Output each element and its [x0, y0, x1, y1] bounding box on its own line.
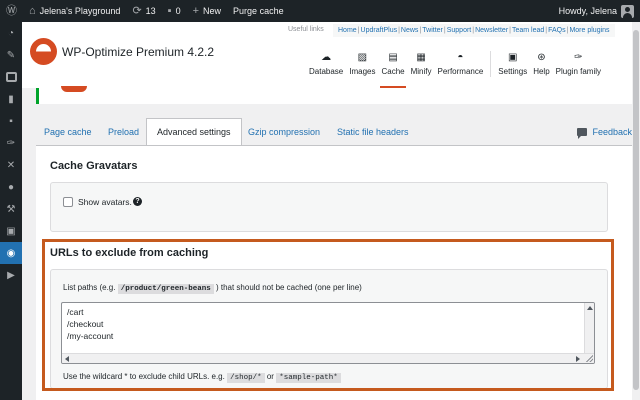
nav-performance[interactable]: ◓ Performance — [435, 51, 487, 88]
page-scrollbar-thumb[interactable] — [633, 30, 639, 390]
menu-comments[interactable]: ▪ — [0, 110, 22, 132]
link-newsletter[interactable]: Newsletter — [475, 27, 508, 34]
feedback-icon — [577, 127, 588, 139]
admin-menu: ◔ ✎ ▮ ▪ ✑ ✕ ● ⚒ ▣ ◉ ▶ — [0, 22, 22, 400]
feedback-label: Feedback — [592, 126, 632, 137]
menu-dashboard[interactable]: ◔ — [0, 22, 22, 44]
link-support[interactable]: Support — [447, 27, 472, 34]
nav-images[interactable]: ▨ Images — [346, 51, 378, 88]
nav-cache[interactable]: ▤ Cache — [378, 51, 407, 88]
useful-links-label: Useful links — [288, 26, 324, 33]
nav-database[interactable]: ☁ Database — [306, 51, 346, 88]
plugin-title: WP-Optimize Premium 4.2.2 — [62, 45, 215, 59]
home-icon: ⌂ — [29, 4, 36, 17]
account-menu[interactable]: Howdy, Jelena — [553, 0, 640, 22]
notice-strip — [36, 86, 632, 104]
tab-advanced-settings[interactable]: Advanced settings — [146, 118, 242, 145]
settings-icon: ▣ — [508, 52, 518, 63]
nav-divider — [490, 51, 492, 77]
nav-minify[interactable]: ▦ Minify — [408, 51, 435, 88]
tab-static-file-headers[interactable]: Static file headers — [337, 118, 409, 145]
site-name-menu[interactable]: ⌂ Jelena's Playground — [23, 0, 126, 22]
cache-tabs: Page cache Preload Advanced settings Gzi… — [36, 118, 632, 145]
notice-logo-icon — [61, 86, 87, 92]
link-home[interactable]: Home — [338, 27, 357, 34]
wp-optimize-icon: ◉ — [6, 247, 16, 259]
comments-count: 0 — [175, 6, 181, 16]
wp-logo-menu[interactable]: Ⓦ — [0, 0, 23, 22]
cloud-icon: ☁ — [321, 52, 332, 63]
plugin-icon: ✕ — [6, 159, 16, 171]
wrench-icon: ⚒ — [6, 203, 16, 215]
nav-plugin-family[interactable]: ✑ Plugin family — [553, 51, 604, 88]
gauge-icon: ◓ — [457, 52, 464, 63]
wordpress-icon: Ⓦ — [6, 4, 17, 17]
plugin-icon: ✑ — [574, 52, 583, 63]
show-avatars-label[interactable]: Show avatars. — [78, 197, 132, 207]
menu-media[interactable] — [0, 66, 22, 88]
menu-wp-optimize[interactable]: ◉ — [0, 242, 22, 264]
comments-menu[interactable]: ▪ 0 — [162, 0, 187, 22]
archive-icon: ▤ — [388, 52, 398, 63]
comments-icon: ▪ — [9, 115, 13, 127]
link-twitter[interactable]: Twitter — [422, 27, 443, 34]
plugin-header: WP-Optimize Premium 4.2.2 Useful links H… — [22, 22, 632, 88]
play-icon: ▶ — [7, 269, 15, 281]
page-scrollbar[interactable] — [632, 22, 640, 400]
nav-help[interactable]: ⊛ Help — [530, 51, 552, 88]
lifebuoy-icon: ⊛ — [537, 52, 546, 63]
media-icon — [5, 72, 17, 82]
purge-cache-menu[interactable]: Purge cache — [227, 0, 290, 22]
new-label: New — [203, 6, 222, 16]
feedback-link[interactable]: Feedback — [577, 118, 632, 145]
purge-cache-label: Purge cache — [233, 6, 284, 16]
admin-bar: Ⓦ ⌂ Jelena's Playground ⟳ 13 ▪ 0 + New P… — [0, 0, 640, 22]
menu-posts[interactable]: ✎ — [0, 44, 22, 66]
settings-icon: ▣ — [6, 225, 16, 237]
menu-collapse[interactable]: ▶ — [0, 264, 22, 286]
site-name: Jelena's Playground — [39, 6, 121, 16]
nav-settings[interactable]: ▣ Settings — [495, 51, 530, 88]
updates-count: 13 — [145, 6, 156, 16]
menu-pages[interactable]: ▮ — [0, 88, 22, 110]
menu-tools[interactable]: ⚒ — [0, 198, 22, 220]
wp-optimize-logo-icon — [30, 38, 57, 65]
link-faqs[interactable]: FAQs — [548, 27, 566, 34]
users-icon: ● — [7, 181, 15, 193]
link-team-lead[interactable]: Team lead — [512, 27, 544, 34]
plus-icon: + — [192, 4, 200, 17]
howdy-text: Howdy, Jelena — [558, 6, 617, 16]
top-links: Home | UpdraftPlus | News | Twitter | Suppor… — [333, 24, 615, 37]
tab-gzip-compression[interactable]: Gzip compression — [248, 118, 320, 145]
link-more-plugins[interactable]: More plugins — [569, 27, 609, 34]
plugin-nav: ☁ Database ▨ Images ▤ Cache ▦ Minify ◓ P… — [306, 51, 604, 88]
comment-icon: ▪ — [167, 4, 172, 17]
highlight-frame — [42, 239, 614, 391]
menu-users[interactable]: ● — [0, 176, 22, 198]
show-avatars-checkbox[interactable] — [63, 197, 73, 207]
menu-appearance[interactable]: ✑ — [0, 132, 22, 154]
tab-page-cache[interactable]: Page cache — [44, 118, 92, 145]
tab-preload[interactable]: Preload — [108, 118, 139, 145]
gravatars-title: Cache Gravatars — [50, 160, 138, 172]
menu-plugins[interactable]: ✕ — [0, 154, 22, 176]
image-icon: ▨ — [357, 52, 368, 63]
gravatars-box: Show avatars. ? — [50, 182, 608, 232]
pin-icon: ✎ — [6, 49, 16, 61]
updates-icon: ⟳ — [132, 4, 142, 17]
brush-icon: ✑ — [6, 137, 16, 149]
menu-settings[interactable]: ▣ — [0, 220, 22, 242]
pages-icon: ▮ — [8, 93, 14, 105]
new-content-menu[interactable]: + New — [187, 0, 227, 22]
avatar — [621, 4, 634, 18]
link-news[interactable]: News — [401, 27, 419, 34]
help-icon[interactable]: ? — [133, 197, 142, 206]
grid-icon: ▦ — [416, 52, 426, 63]
link-updraftplus[interactable]: UpdraftPlus — [361, 27, 398, 34]
dashboard-icon: ◔ — [7, 27, 15, 39]
updates-menu[interactable]: ⟳ 13 — [126, 0, 161, 22]
